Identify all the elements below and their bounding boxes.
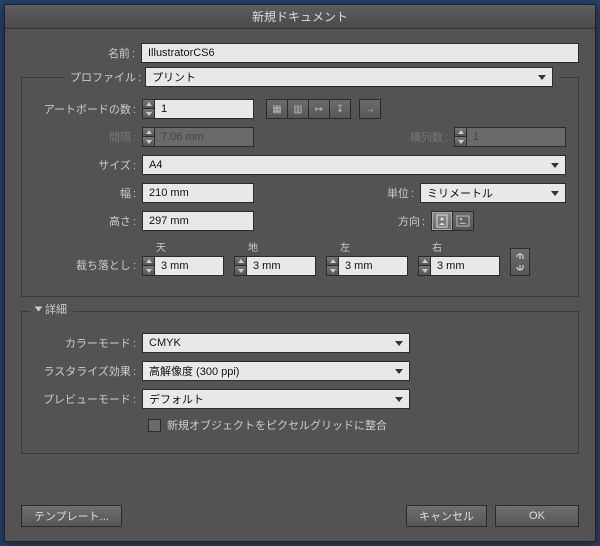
- bleed-right-input[interactable]: [430, 256, 500, 276]
- artboard-arrangement-group: ▦ ▥ ↦ ↧: [266, 99, 351, 119]
- bleed-left-label: 左: [326, 239, 408, 254]
- spacing-stepper: [142, 127, 254, 147]
- bleed-right-label: 右: [418, 239, 500, 254]
- size-label: サイズ: [34, 157, 142, 173]
- artboards-input[interactable]: [154, 99, 254, 119]
- size-select[interactable]: A4: [142, 155, 566, 175]
- height-input[interactable]: [142, 211, 254, 231]
- bleed-label: 裁ち落とし: [34, 257, 142, 276]
- grid-by-row-icon[interactable]: ▦: [266, 99, 288, 119]
- bleed-bottom-input[interactable]: [246, 256, 316, 276]
- units-label: 単位: [370, 185, 420, 201]
- col-icon[interactable]: ↧: [329, 99, 351, 119]
- chevron-down-icon: [395, 397, 403, 402]
- bleed-right-stepper[interactable]: [418, 256, 500, 276]
- pixelgrid-checkbox[interactable]: [148, 419, 161, 432]
- units-select[interactable]: ミリメートル: [420, 183, 566, 203]
- raster-value: 高解像度 (300 ppi): [149, 363, 239, 379]
- spacing-input: [154, 127, 254, 147]
- direction-rtl-icon[interactable]: →: [359, 99, 381, 119]
- chevron-down-icon: [551, 163, 559, 168]
- raster-select[interactable]: 高解像度 (300 ppi): [142, 361, 410, 381]
- columns-label: 横列数: [394, 129, 454, 145]
- row-icon[interactable]: ↦: [308, 99, 330, 119]
- height-label: 高さ: [34, 213, 142, 229]
- advanced-toggle[interactable]: 詳細: [30, 301, 73, 317]
- columns-input: [466, 127, 566, 147]
- bleed-left-input[interactable]: [338, 256, 408, 276]
- width-label: 幅: [34, 185, 142, 201]
- bleed-top-input[interactable]: [154, 256, 224, 276]
- template-button[interactable]: テンプレート...: [21, 505, 122, 527]
- name-label: 名前: [21, 45, 141, 61]
- portrait-icon[interactable]: [431, 211, 453, 231]
- colormode-label: カラーモード: [34, 335, 142, 351]
- bleed-left-stepper[interactable]: [326, 256, 408, 276]
- advanced-label: 詳細: [45, 301, 67, 317]
- bleed-top-label: 天: [142, 239, 224, 254]
- bleed-top-stepper[interactable]: [142, 256, 224, 276]
- new-document-dialog: 新規ドキュメント 名前 プロファイル プリント アートボードの数: [4, 4, 596, 542]
- advanced-group: 詳細 カラーモード CMYK ラスタライズ効果 高解像度 (300 ppi) プ…: [21, 311, 579, 454]
- bleed-bottom-label: 地: [234, 239, 316, 254]
- size-value: A4: [149, 159, 162, 171]
- cancel-button[interactable]: キャンセル: [406, 505, 487, 527]
- spacing-label: 間隔: [34, 129, 142, 145]
- raster-label: ラスタライズ効果: [34, 363, 142, 379]
- chevron-down-icon: [551, 191, 559, 196]
- ok-button[interactable]: OK: [495, 505, 579, 527]
- profile-select[interactable]: プリント: [145, 67, 553, 87]
- bleed-link-icon[interactable]: [510, 248, 530, 276]
- chevron-down-icon: [538, 75, 546, 80]
- artboards-label: アートボードの数: [34, 101, 142, 117]
- orientation-label: 方向: [381, 213, 431, 229]
- artboards-stepper[interactable]: [142, 99, 254, 119]
- chevron-down-icon: [395, 341, 403, 346]
- preview-value: デフォルト: [149, 391, 204, 407]
- landscape-icon[interactable]: [452, 211, 474, 231]
- orientation-group: [431, 211, 474, 231]
- colormode-value: CMYK: [149, 337, 181, 349]
- preview-label: プレビューモード: [34, 391, 142, 407]
- profile-label: プロファイル: [70, 69, 141, 85]
- dialog-title: 新規ドキュメント: [5, 5, 595, 29]
- name-input[interactable]: [141, 43, 579, 63]
- columns-stepper: [454, 127, 566, 147]
- colormode-select[interactable]: CMYK: [142, 333, 410, 353]
- pixelgrid-label: 新規オブジェクトをピクセルグリッドに整合: [167, 417, 387, 433]
- profile-value: プリント: [152, 69, 196, 85]
- bleed-bottom-stepper[interactable]: [234, 256, 316, 276]
- profile-group: プロファイル プリント アートボードの数 ▦ ▥ ↦ ↧: [21, 77, 579, 297]
- chevron-down-icon: [395, 369, 403, 374]
- width-input[interactable]: [142, 183, 254, 203]
- disclosure-triangle-icon: [35, 307, 43, 312]
- grid-by-col-icon[interactable]: ▥: [287, 99, 309, 119]
- preview-select[interactable]: デフォルト: [142, 389, 410, 409]
- units-value: ミリメートル: [427, 185, 493, 201]
